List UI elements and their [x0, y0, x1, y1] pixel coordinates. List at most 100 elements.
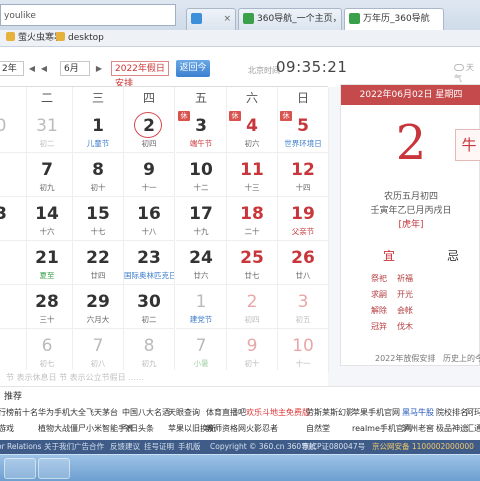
recommend-link[interactable]: 华为手机大全: [38, 407, 86, 418]
calendar-day[interactable]: 休 3 端午节: [176, 109, 227, 153]
calendar-day[interactable]: 8 初十: [73, 153, 124, 197]
calendar-day[interactable]: 9 十一: [124, 153, 175, 197]
day-number: 1: [92, 116, 104, 136]
tab-label: 万年历_360导航: [363, 14, 430, 24]
holiday-schedule-link[interactable]: 2022年放假安排: [375, 353, 435, 364]
recommend-link[interactable]: 天眼查询: [168, 407, 200, 418]
calendar-day[interactable]: 18 二十: [227, 197, 278, 241]
recommend-link[interactable]: 自然堂: [306, 423, 330, 434]
year-select[interactable]: 2年: [0, 61, 24, 76]
recommend-link[interactable]: 苹果手机官网: [352, 407, 400, 418]
address-bar[interactable]: youlike: [0, 4, 176, 26]
prev-month-icon[interactable]: ◀: [39, 63, 49, 74]
recommend-link[interactable]: 火影忍者: [246, 423, 278, 434]
calendar-day[interactable]: 17 十九: [176, 197, 227, 241]
prev-month-icon[interactable]: ◀: [27, 63, 37, 74]
calendar-day[interactable]: 7 初八: [73, 329, 124, 373]
calendar-day[interactable]: 10 十二: [176, 153, 227, 197]
day-number: 24: [189, 248, 213, 268]
recommend-link[interactable]: 中国八大名酒: [122, 407, 170, 418]
lunar-label: 初九: [39, 183, 55, 192]
day-number: 10: [189, 160, 213, 180]
bookmark-item[interactable]: desktop: [56, 32, 104, 44]
day-number: 2: [246, 292, 258, 312]
calendar-day[interactable]: 21 夏至: [22, 241, 73, 285]
recommend-link[interactable]: 劳斯莱斯幻影: [306, 407, 354, 418]
month-select[interactable]: 6月: [60, 61, 90, 76]
calendar-day[interactable]: 24 廿六: [176, 241, 227, 285]
footer-link[interactable]: 关于我们: [44, 440, 74, 454]
tab-calendar[interactable]: 万年历_360导航: [344, 8, 444, 30]
day-number: 2: [143, 116, 155, 136]
recommend-link[interactable]: 黑马牛股: [402, 407, 434, 418]
footer-link[interactable]: 挂号证明: [144, 440, 174, 454]
calendar-day[interactable]: 7 小暑: [176, 329, 227, 373]
recommend-link[interactable]: 阿玛: [466, 407, 480, 418]
calendar-day[interactable]: 休 4 初六: [227, 109, 278, 153]
recommend-link[interactable]: 汇通: [466, 423, 480, 434]
lunar-label: 十六: [39, 227, 55, 236]
tab-blank[interactable]: ×: [186, 8, 236, 30]
lunar-label: 初十: [244, 359, 260, 368]
calendar-day[interactable]: 16 十八: [124, 197, 175, 241]
calendar-day[interactable]: 12 十四: [278, 153, 329, 197]
weather-widget[interactable]: 天气: [454, 62, 480, 84]
recommend-link[interactable]: 院校排名: [436, 407, 468, 418]
day-number: 21: [35, 248, 59, 268]
day-number: 22: [86, 248, 110, 268]
calendar-day[interactable]: 1 建党节: [176, 285, 227, 329]
close-icon[interactable]: ×: [223, 9, 231, 29]
calendar-day[interactable]: 7 初九: [22, 153, 73, 197]
recommend-link[interactable]: 行榜前十名: [0, 407, 38, 418]
calendar-grid: 二三四五六日 0 31 初二 1 儿童节 2 初四休 3 端午节休 4 初六休 5 世界环境日 7 初九 8 初十…: [0, 86, 329, 373]
calendar-day[interactable]: 8 初九: [124, 329, 175, 373]
calendar-day[interactable]: 22 廿四: [73, 241, 124, 285]
lunar-label: 初四: [141, 139, 157, 148]
holiday-select[interactable]: 2022年假日安排: [111, 61, 169, 89]
recommend-link[interactable]: 游戏: [0, 423, 14, 434]
day-number: 11: [240, 160, 264, 180]
calendar-day[interactable]: 15 十七: [73, 197, 124, 241]
calendar-day[interactable]: 1 儿童节: [73, 109, 124, 153]
taskbar-button[interactable]: [4, 458, 36, 479]
calendar-day[interactable]: 2 初四: [227, 285, 278, 329]
footer-link[interactable]: 手机版: [178, 440, 201, 454]
calendar-day[interactable]: 31 初二: [22, 109, 73, 153]
calendar-day[interactable]: 26 廿八: [278, 241, 329, 285]
calendar-day[interactable]: 休 5 世界环境日: [278, 109, 329, 153]
tab-360-home[interactable]: 360导航_一个主页，整个世界: [238, 8, 342, 30]
bookmark-item[interactable]: 萤火虫寒暑: [6, 32, 63, 44]
recommend-link[interactable]: 体育直播吧: [206, 407, 246, 418]
calendar-day[interactable]: 23 国际奥林匹克日: [124, 241, 175, 285]
calendar-day[interactable]: 25 廿七: [227, 241, 278, 285]
calendar-day[interactable]: 28 三十: [22, 285, 73, 329]
recommend-link[interactable]: 飞天茅台: [86, 407, 118, 418]
calendar-day[interactable]: 19 父亲节: [278, 197, 329, 241]
history-today-link[interactable]: 历史上的今天: [443, 353, 480, 364]
calendar-day[interactable]: 11 十三: [227, 153, 278, 197]
recommend-link[interactable]: 欢乐斗地主免费版: [246, 407, 310, 418]
calendar-day[interactable]: 6 初七: [22, 329, 73, 373]
calendar-day[interactable]: 29 六月大: [73, 285, 124, 329]
recommend-link[interactable]: 泸州老窖: [402, 423, 434, 434]
calendar-day[interactable]: 14 十六: [22, 197, 73, 241]
calendar-day[interactable]: 30 初二: [124, 285, 175, 329]
lunar-label: 十三: [244, 183, 260, 192]
footer-link[interactable]: tor Relations: [0, 440, 41, 454]
calendar-day[interactable]: 3 初五: [278, 285, 329, 329]
recommend-link[interactable]: 今日头条: [122, 423, 154, 434]
calendar-day-today[interactable]: 2 初四: [124, 109, 175, 153]
lunar-label: 十一: [295, 359, 311, 368]
taskbar-button[interactable]: [38, 458, 70, 479]
next-month-icon[interactable]: ▶: [94, 63, 104, 74]
lunar-label: 初九: [141, 359, 157, 368]
back-to-today-button[interactable]: 返回今天: [176, 60, 210, 90]
lunar-label: 廿七: [244, 271, 260, 280]
recommend-link[interactable]: 极品神途: [436, 423, 468, 434]
recommend-link[interactable]: 植物大战僵尸: [38, 423, 86, 434]
recommend-link[interactable]: 教师资格网: [206, 423, 246, 434]
footer-link[interactable]: 反馈建议: [110, 440, 140, 454]
footer-link[interactable]: 广告合作: [74, 440, 104, 454]
calendar-day[interactable]: 10 十一: [278, 329, 329, 373]
calendar-day[interactable]: 9 初十: [227, 329, 278, 373]
